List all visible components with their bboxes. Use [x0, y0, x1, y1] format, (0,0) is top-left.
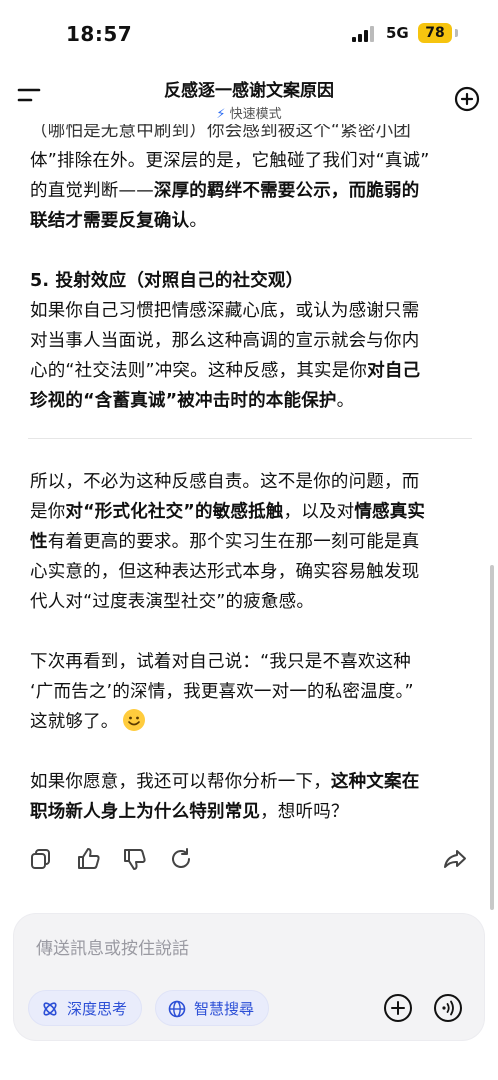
text-run: ，以及对	[283, 502, 355, 522]
thumbs-up-icon[interactable]	[76, 846, 102, 872]
atom-icon	[43, 1002, 57, 1016]
section-heading: 5. 投射效应（对照自己的社交观）	[30, 266, 470, 296]
status-time: 18:57	[66, 22, 133, 46]
mode-label: 快速模式	[229, 107, 282, 122]
chat-header: 反感逐一感谢文案原因 ⚡ 快速模式	[0, 66, 498, 124]
network-label: 5G	[386, 24, 409, 42]
signal-icon	[352, 26, 374, 42]
message-line: 的直觉判断——深厚的羁绊不需要公示，而脆弱的	[30, 176, 470, 206]
bold-run: 职场新人身上为什么特别常见	[30, 802, 261, 822]
message-line: 心实意的，但这种表达形式本身，确实容易触发现	[30, 562, 420, 582]
bolt-icon: ⚡	[216, 107, 226, 122]
add-icon[interactable]	[382, 992, 414, 1024]
share-icon[interactable]	[442, 846, 468, 872]
smart-search-label: 智慧搜尋	[194, 1000, 255, 1018]
message-input[interactable]: 傳送訊息或按住說話	[36, 934, 189, 959]
text-run: 。	[189, 211, 208, 231]
message-line: 下次再看到，试着对自己说：“我只是不喜欢这种	[30, 652, 411, 672]
bold-run: 珍视的“含蓄真诚”被冲击时的本能保护	[30, 391, 337, 411]
bold-run: 性	[30, 532, 48, 552]
bold-run: 这种文案在	[330, 772, 420, 792]
message-line: 这就够了。	[30, 707, 470, 737]
message-line: 代人对“过度表演型社交”的疲惫感。	[30, 592, 315, 612]
text-run: 。	[336, 391, 355, 411]
deep-think-button[interactable]: 深度思考	[28, 990, 143, 1026]
text-run: 心的“社交法则”冲突。这种反感，其实是你	[30, 361, 368, 381]
regenerate-icon[interactable]	[168, 846, 194, 872]
text-run: 有着更高的要求。那个实习生在那一刻可能是真	[47, 532, 420, 552]
globe-icon	[168, 1000, 186, 1018]
text-run: 这就够了。	[30, 712, 119, 732]
message-line: 如果你自己习惯把情感深藏心底，或认为感谢只需	[30, 301, 420, 321]
battery-tip	[455, 29, 458, 37]
message-actions	[28, 846, 468, 876]
divider	[28, 438, 472, 439]
message-line: 所以，不必为这种反感自责。这不是你的问题，而	[30, 472, 420, 492]
bold-run: 对自己	[367, 361, 421, 381]
text-run: 如果你愿意，我还可以帮你分析一下，	[30, 772, 331, 792]
message-line: 性有着更高的要求。那个实习生在那一刻可能是真	[30, 527, 470, 557]
message-line: 珍视的“含蓄真诚”被冲击时的本能保护。	[30, 386, 470, 416]
message-line: 如果你愿意，我还可以帮你分析一下，这种文案在	[30, 767, 470, 797]
text-run: 的直觉判断——	[30, 181, 154, 201]
new-chat-icon[interactable]	[452, 84, 482, 114]
page-title[interactable]: 反感逐一感谢文案原因	[0, 76, 498, 101]
input-panel: 傳送訊息或按住說話 深度思考 智慧搜尋	[14, 914, 484, 1040]
message-line: 职场新人身上为什么特别常见，想听吗？	[30, 797, 470, 827]
message-line: 对当事人当面说，那么这种高调的宣示就会与你内	[30, 331, 420, 351]
bold-run: 联结才需要反复确认	[30, 211, 190, 231]
message-line: 联结才需要反复确认。	[30, 206, 470, 236]
mode-indicator[interactable]: ⚡ 快速模式	[0, 103, 498, 122]
message-line: 体”排除在外。更深层的是，它触碰了我们对“真诚”	[30, 151, 430, 171]
smart-search-button[interactable]: 智慧搜尋	[155, 990, 270, 1026]
assistant-message: （哪怕是无意中刷到）你会感到被这个“紧密小团 体”排除在外。更深层的是，它触碰了…	[28, 116, 472, 827]
deep-think-label: 深度思考	[67, 1000, 128, 1018]
message-line: 是你对“形式化社交”的敏感抵触，以及对情感真实	[30, 497, 470, 527]
status-bar: 18:57 5G 78	[0, 0, 498, 66]
message-line: 心的“社交法则”冲突。这种反感，其实是你对自己	[30, 356, 470, 386]
bold-run: 情感真实	[354, 502, 426, 522]
text-run: ，想听吗？	[260, 802, 349, 822]
smile-emoji-icon	[122, 709, 145, 731]
bold-run: 对“形式化社交”的敏感抵触	[65, 502, 284, 522]
copy-icon[interactable]	[28, 846, 54, 872]
text-run: 是你	[30, 502, 66, 522]
battery-indicator: 78	[418, 23, 452, 43]
bold-run: 5. 投射效应（对照自己的社交观）	[30, 271, 304, 291]
thumbs-down-icon[interactable]	[122, 846, 148, 872]
voice-icon[interactable]	[432, 992, 464, 1024]
message-line: ‘广而告之’的深情，我更喜欢一对一的私密温度。”	[30, 682, 414, 702]
scrollbar[interactable]	[490, 565, 494, 910]
bold-run: 深厚的羁绊不需要公示，而脆弱的	[153, 181, 420, 201]
